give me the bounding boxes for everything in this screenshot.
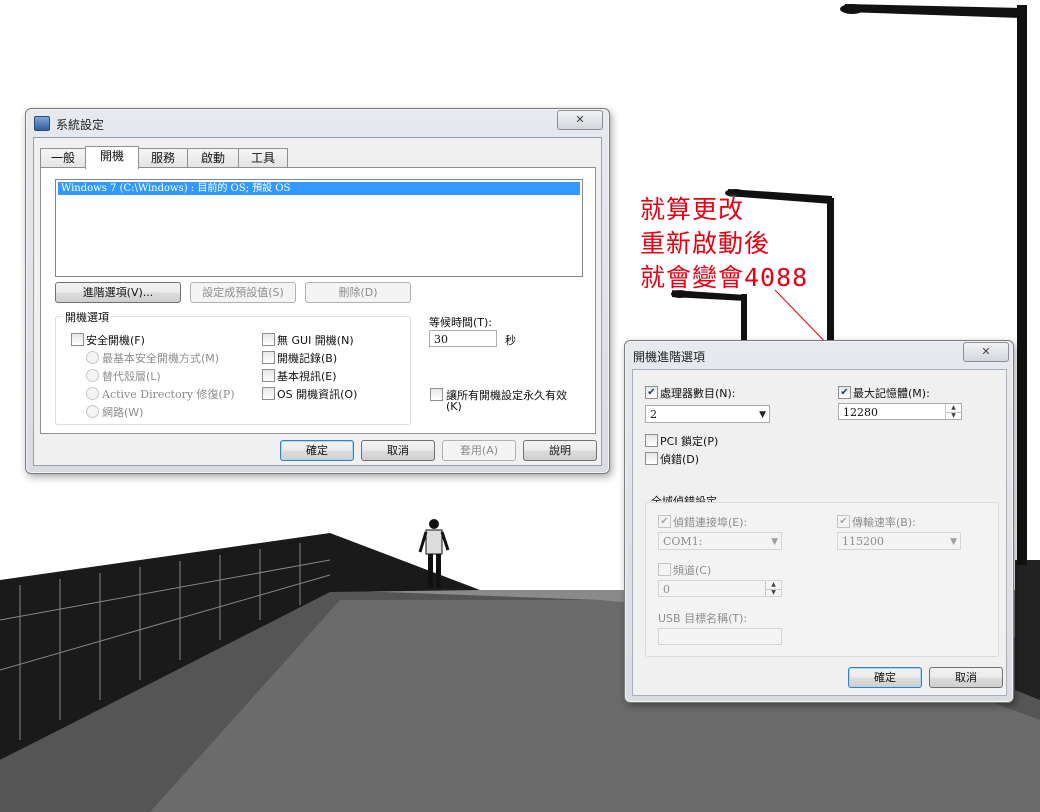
network-label: 網路(W) (102, 406, 144, 419)
baud-rate-checkbox[interactable]: ✔ (837, 515, 850, 528)
make-permanent-label-hotkey: (K) (446, 400, 462, 413)
os-boot-info-checkbox[interactable] (262, 387, 275, 400)
ad-repair-radio[interactable] (86, 387, 99, 400)
tab-services[interactable]: 服務 (138, 148, 188, 168)
close-button[interactable]: ✕ (557, 110, 603, 130)
window-client: 一般 開機 服務 啟動 工具 Windows 7 (C:\Windows) : … (33, 137, 602, 466)
baud-rate-value: 115200 (842, 535, 884, 548)
make-permanent-checkbox[interactable] (430, 388, 443, 401)
channel-value: 0 (663, 583, 670, 596)
baud-rate-label: 傳輸速率(B): (852, 516, 916, 529)
os-boot-info-label: OS 開機資訊(O) (277, 388, 358, 401)
dialog-client: ✔ 處理器數目(N): 2 ▼ ✔ 最大記憶體(M): 12280 ▲ ▼ PC… (632, 369, 1007, 696)
num-proc-checkbox[interactable]: ✔ (645, 386, 658, 399)
window-title: 系統設定 (56, 118, 105, 132)
delete-button[interactable]: 刪除(D) (305, 282, 411, 303)
advanced-options-button[interactable]: 進階選項(V)... (55, 282, 181, 303)
chevron-down-icon: ▼ (759, 410, 766, 420)
no-gui-checkbox[interactable] (262, 333, 275, 346)
base-video-checkbox[interactable] (262, 369, 275, 382)
base-video-label: 基本視訊(E) (277, 370, 337, 383)
spin-down-icon[interactable]: ▼ (946, 412, 961, 420)
num-proc-select[interactable]: 2 ▼ (645, 405, 770, 423)
max-mem-input[interactable]: 12280 ▲ ▼ (838, 403, 962, 420)
ad-repair-label: Active Directory 修復(P) (102, 388, 235, 401)
boot-options-group: 開機選項 安全開機(F) 最基本安全開機方式(M) 替代殼層(L) Active… (55, 309, 411, 425)
make-permanent-label: 讓所有開機設定永久有效 (446, 389, 567, 402)
system-config-window: 系統設定 ✕ 一般 開機 服務 啟動 工具 Windows 7 (C:\Wind… (25, 108, 610, 474)
timeout-unit: 秒 (505, 334, 516, 347)
max-mem-checkbox[interactable]: ✔ (838, 386, 851, 399)
pci-lock-checkbox[interactable] (645, 434, 658, 447)
boot-tab-panel: Windows 7 (C:\Windows) : 目前的 OS; 預設 OS 進… (40, 167, 596, 434)
channel-label: 頻道(C) (673, 564, 712, 577)
chevron-down-icon: ▼ (950, 537, 957, 547)
usb-target-input[interactable] (658, 628, 782, 645)
debug-port-checkbox[interactable]: ✔ (658, 515, 671, 528)
num-proc-label: 處理器數目(N): (660, 387, 736, 400)
dialog-title-bar[interactable]: 開機進階選項 ✕ (625, 341, 1013, 369)
network-radio[interactable] (86, 405, 99, 418)
pci-lock-label: PCI 鎖定(P) (660, 435, 719, 448)
os-list[interactable]: Windows 7 (C:\Windows) : 目前的 OS; 預設 OS (55, 179, 583, 277)
cancel-button[interactable]: 取消 (361, 440, 435, 461)
no-gui-label: 無 GUI 開機(N) (277, 334, 354, 347)
num-proc-value: 2 (650, 408, 657, 421)
debug-port-value: COM1: (663, 535, 703, 548)
channel-spinner[interactable]: ▲ ▼ (765, 581, 781, 596)
debug-checkbox[interactable] (645, 452, 658, 465)
channel-checkbox[interactable] (658, 563, 671, 576)
debug-port-select[interactable]: COM1: ▼ (658, 532, 782, 550)
tab-boot[interactable]: 開機 (85, 146, 139, 169)
alternate-shell-label: 替代殼層(L) (102, 370, 161, 383)
max-mem-value: 12280 (843, 406, 878, 419)
safe-boot-checkbox[interactable] (71, 333, 84, 346)
ok-button[interactable]: 確定 (280, 440, 354, 461)
channel-input[interactable]: 0 ▲ ▼ (658, 580, 782, 597)
dialog-cancel-button[interactable]: 取消 (929, 667, 1003, 688)
os-list-item[interactable]: Windows 7 (C:\Windows) : 目前的 OS; 預設 OS (58, 182, 580, 195)
title-bar[interactable]: 系統設定 ✕ (26, 109, 609, 137)
debug-port-label: 偵錯連接埠(E): (673, 516, 748, 529)
tab-startup[interactable]: 啟動 (187, 148, 239, 168)
set-default-button[interactable]: 設定成預設值(S) (190, 282, 296, 303)
boot-log-label: 開機記錄(B) (277, 352, 338, 365)
safe-boot-label: 安全開機(F) (86, 334, 145, 347)
spin-down-icon[interactable]: ▼ (766, 589, 781, 597)
chevron-down-icon: ▼ (771, 537, 778, 547)
global-debug-group: ✔ 偵錯連接埠(E): COM1: ▼ ✔ 傳輸速率(B): 115200 ▼ … (645, 502, 999, 657)
max-mem-label: 最大記憶體(M): (853, 387, 930, 400)
tab-tools[interactable]: 工具 (238, 148, 288, 168)
alternate-shell-radio[interactable] (86, 369, 99, 382)
baud-rate-select[interactable]: 115200 ▼ (837, 532, 961, 550)
annotation-line-1: 就算更改 (640, 195, 745, 224)
debug-label: 偵錯(D) (660, 453, 700, 466)
max-mem-spinner[interactable]: ▲ ▼ (945, 404, 961, 419)
minimal-label: 最基本安全開機方式(M) (102, 352, 220, 365)
boot-options-legend: 開機選項 (62, 309, 112, 325)
minimal-radio[interactable] (86, 351, 99, 364)
annotation-line-3: 就會變會4088 (640, 263, 809, 292)
dialog-ok-button[interactable]: 確定 (848, 667, 922, 688)
boot-advanced-options-dialog: 開機進階選項 ✕ ✔ 處理器數目(N): 2 ▼ ✔ 最大記憶體(M): 122… (624, 340, 1014, 703)
timeout-label: 等候時間(T): (429, 316, 493, 329)
usb-target-label: USB 目標名稱(T): (658, 612, 748, 625)
tab-general[interactable]: 一般 (40, 148, 86, 168)
dialog-title: 開機進階選項 (633, 350, 706, 364)
help-button[interactable]: 說明 (523, 440, 597, 461)
annotation-line-2: 重新啟動後 (640, 229, 771, 258)
boot-log-checkbox[interactable] (262, 351, 275, 364)
timeout-input[interactable]: 30 (429, 330, 497, 347)
msconfig-icon (34, 116, 50, 131)
apply-button[interactable]: 套用(A) (442, 440, 516, 461)
dialog-close-button[interactable]: ✕ (963, 342, 1009, 362)
